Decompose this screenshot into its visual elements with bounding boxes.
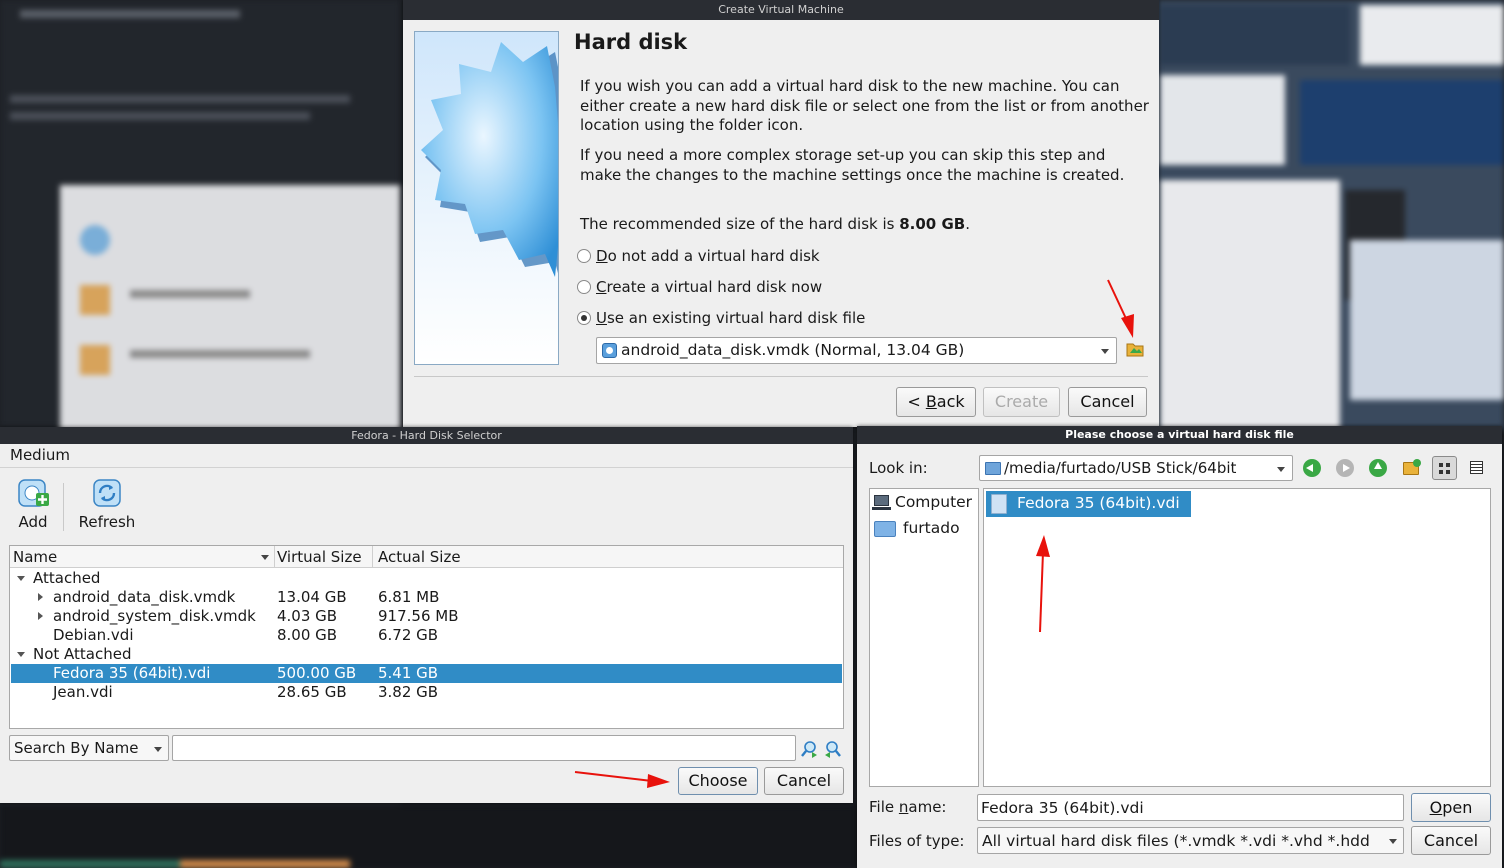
annotation-arrow-file — [1036, 535, 1050, 633]
annotation-arrow-folder — [1107, 279, 1134, 338]
annotation-arrow-choose — [574, 771, 670, 788]
annotation-overlay — [574, 279, 1134, 788]
